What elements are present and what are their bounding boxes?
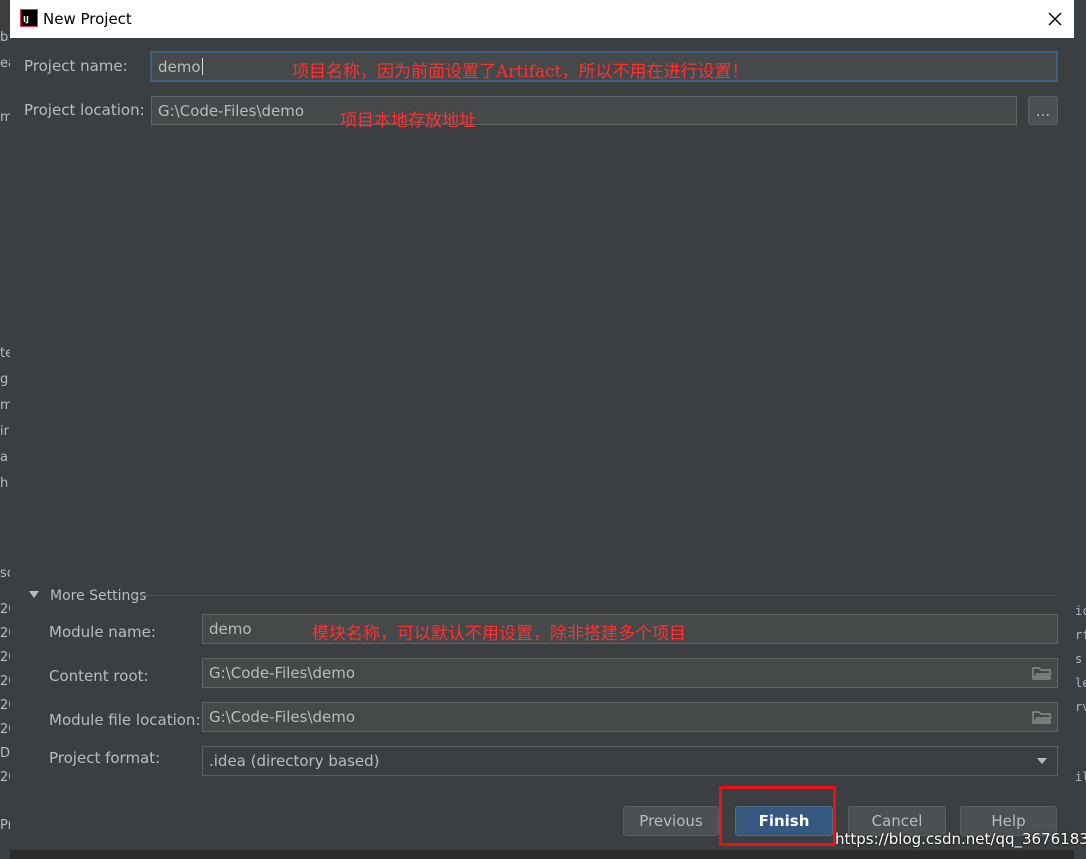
bg-text: ea — [0, 56, 10, 71]
title-bar: IJ New Project — [10, 0, 1074, 38]
close-icon — [1048, 12, 1062, 26]
project-name-label: Project name: — [24, 57, 128, 75]
close-button[interactable] — [1041, 5, 1069, 33]
bg-text: Di — [0, 746, 10, 761]
section-divider — [132, 595, 1057, 596]
previous-button[interactable]: Previous — [623, 806, 719, 836]
intellij-app-icon: IJ — [20, 9, 38, 27]
browse-location-button[interactable]: ... — [1028, 96, 1058, 125]
more-settings-toggle[interactable]: More Settings — [50, 588, 147, 604]
watermark-url: https://blog.csdn.net/qq_36761831 — [835, 830, 1086, 848]
dropdown-arrow-icon[interactable] — [1036, 757, 1048, 765]
bg-text: 20 — [0, 770, 10, 785]
bg-text: rv — [1075, 700, 1086, 714]
project-location-value: G:\Code-Files\demo — [158, 101, 305, 120]
bg-text: b — [0, 30, 9, 45]
chevron-down-icon[interactable] — [28, 590, 40, 600]
bg-text: 20 — [0, 674, 10, 689]
content-root-input[interactable]: G:\Code-Files\demo — [202, 658, 1058, 688]
text-caret — [201, 58, 203, 75]
module-name-annotation: 模块名称，可以默认不用设置，除非搭建多个项目 — [312, 624, 686, 644]
module-file-location-input[interactable]: G:\Code-Files\demo — [202, 702, 1058, 732]
bg-text: 20 — [0, 722, 10, 737]
bg-text: te — [0, 346, 10, 361]
project-format-value: .idea (directory based) — [209, 752, 380, 770]
project-location-input[interactable]: G:\Code-Files\demo — [151, 96, 1017, 125]
bg-text: 20 — [0, 602, 10, 617]
finish-highlight-box — [719, 786, 836, 846]
bg-text: 20 — [0, 698, 10, 713]
bg-text: ic — [1075, 604, 1086, 618]
bg-text: h — [0, 476, 9, 491]
module-name-label: Module name: — [49, 623, 156, 641]
bg-text: sc — [0, 566, 10, 581]
project-name-annotation: 项目名称，因为前面设置了Artifact，所以不用在进行设置！ — [292, 62, 749, 82]
project-location-label: Project location: — [24, 101, 145, 119]
background-ide-left-strip: b ea m te g m ir a h sc 20 20 20 20 20 2… — [0, 0, 10, 859]
content-root-label: Content root: — [49, 667, 149, 685]
bg-text: s — [1075, 652, 1083, 666]
bg-text: ir — [0, 424, 9, 439]
project-format-label: Project format: — [49, 749, 161, 767]
folder-icon[interactable] — [1032, 666, 1052, 680]
content-root-value: G:\Code-Files\demo — [209, 664, 356, 682]
project-location-annotation: 项目本地存放地址 — [340, 111, 476, 131]
bg-text: 20 — [0, 650, 10, 665]
bg-text: 20 — [0, 626, 10, 641]
folder-icon[interactable] — [1032, 710, 1052, 724]
window-title: New Project — [43, 10, 132, 28]
project-name-value: demo — [158, 57, 201, 76]
bg-text: rf — [1075, 628, 1086, 642]
module-name-value: demo — [209, 620, 252, 638]
bg-text: Pr — [0, 818, 10, 833]
bg-text: m — [0, 110, 10, 125]
bg-text: il — [1075, 770, 1086, 784]
bg-text: m — [0, 398, 10, 413]
background-ide-right-strip: ic rf s le rv il — [1074, 0, 1086, 859]
module-file-location-value: G:\Code-Files\demo — [209, 708, 356, 726]
bg-text: le — [1075, 676, 1086, 690]
module-file-location-label: Module file location: — [49, 711, 201, 729]
project-format-select[interactable]: .idea (directory based) — [202, 746, 1058, 776]
bg-text: g — [0, 372, 9, 387]
bg-text: a — [0, 450, 8, 465]
new-project-dialog: IJ New Project Project name: demo 项目名称，因… — [10, 0, 1074, 850]
